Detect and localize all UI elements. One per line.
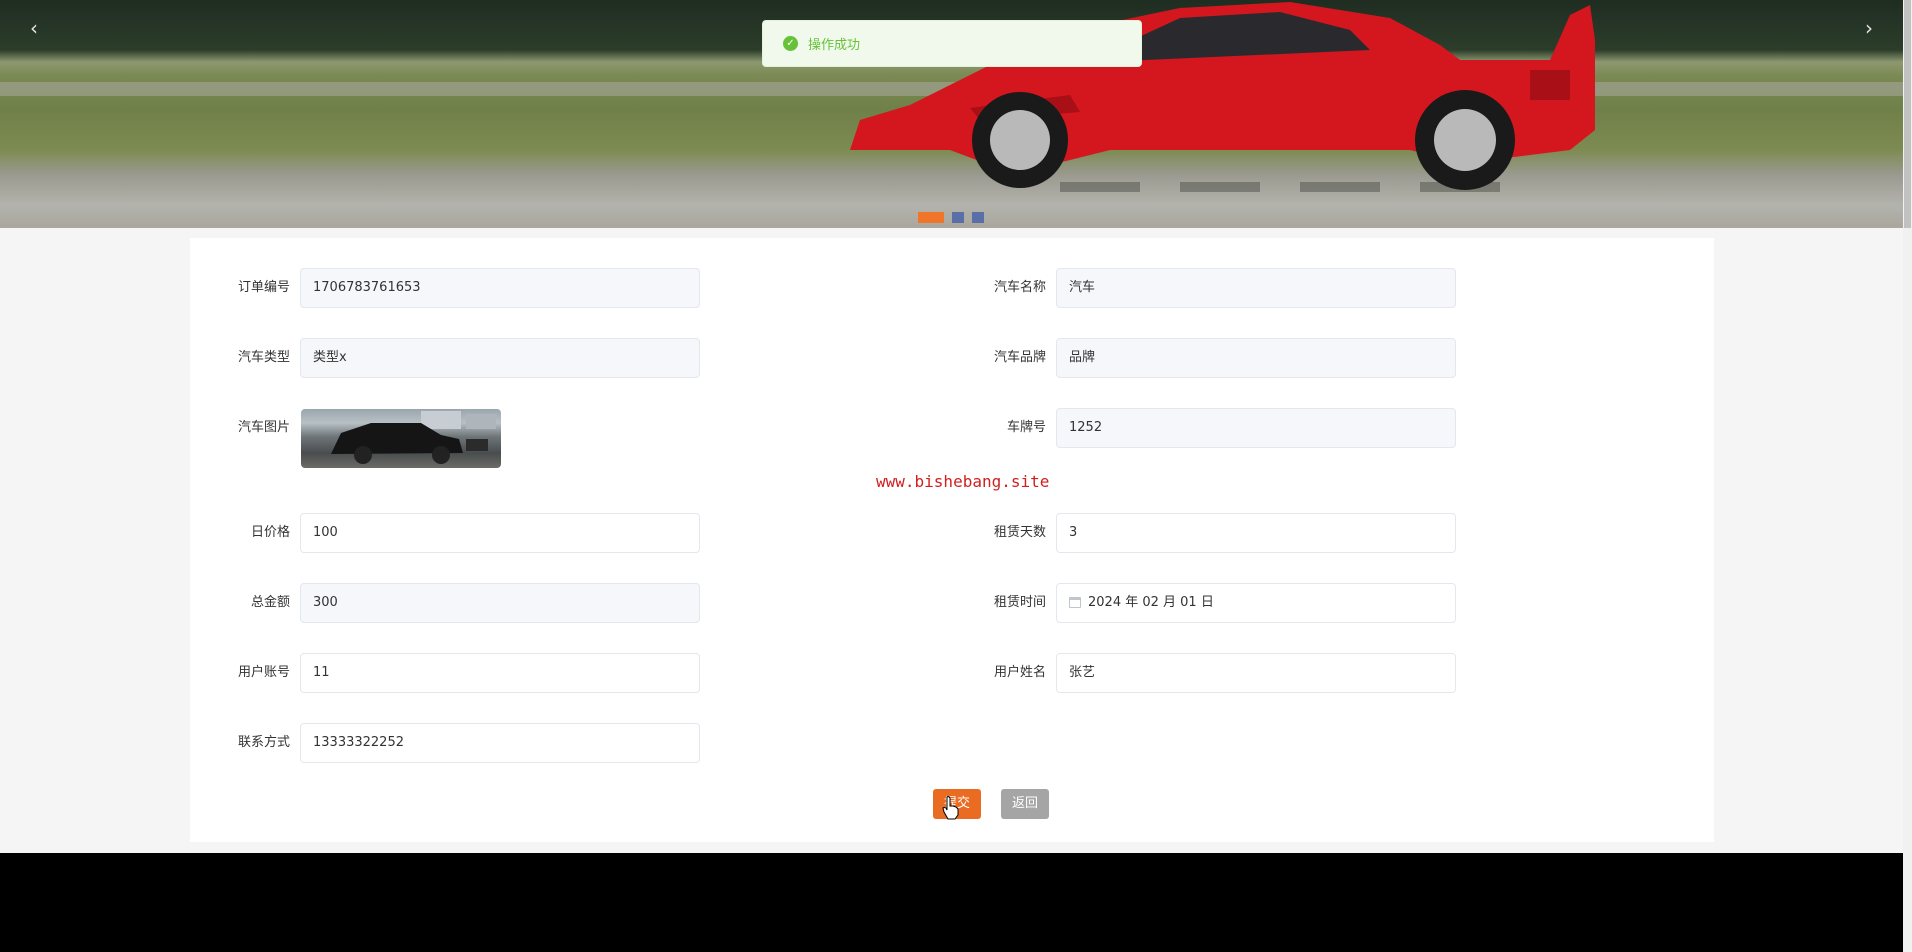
car-name-label: 汽车名称 [993,280,1046,295]
car-brand-label: 汽车品牌 [993,350,1046,365]
user-name-label: 用户姓名 [993,665,1046,680]
black-suv-image [331,411,496,464]
total-amount-field[interactable]: 300 [300,583,700,623]
carousel-indicator-2[interactable] [952,212,964,223]
contact-label: 联系方式 [237,735,290,750]
order-no-field[interactable]: 1706783761653 [300,268,700,308]
plate-no-label: 车牌号 [1006,420,1046,435]
user-account-field[interactable]: 11 [300,653,700,693]
user-account-label: 用户账号 [237,665,290,680]
rent-days-field[interactable]: 3 [1056,513,1456,553]
check-circle-icon: ✓ [783,36,798,51]
page-scrollbar[interactable] [1903,0,1912,952]
rent-time-datepicker[interactable]: 2024 年 02 月 01 日 [1056,583,1456,623]
total-amount-label: 总金额 [250,595,290,610]
carousel-indicator-3[interactable] [972,212,984,223]
daily-price-field[interactable]: 100 [300,513,700,553]
rent-time-label: 租赁时间 [993,595,1046,610]
car-type-field[interactable]: 类型x [300,338,700,378]
success-toast: ✓ 操作成功 [762,20,1142,67]
carousel-next-arrow[interactable]: › [1857,18,1881,38]
back-button[interactable]: 返回 [1001,789,1049,819]
watermark-text: www.bishebang.site [876,472,1050,491]
car-image-thumbnail[interactable] [301,409,501,468]
daily-price-label: 日价格 [250,525,290,540]
calendar-icon [1069,597,1081,608]
page-footer [0,853,1903,952]
hand-pointer-cursor-icon [942,796,959,820]
carousel-indicators [918,212,984,223]
contact-field[interactable]: 13333322252 [300,723,700,763]
car-name-field[interactable]: 汽车 [1056,268,1456,308]
rent-time-value: 2024 年 02 月 01 日 [1088,595,1214,610]
plate-no-field[interactable]: 1252 [1056,408,1456,448]
carousel-prev-arrow[interactable]: ‹ [22,18,46,38]
rent-days-label: 租赁天数 [993,525,1046,540]
carousel-indicator-1[interactable] [918,212,944,223]
car-type-label: 汽车类型 [237,350,290,365]
car-image-label: 汽车图片 [237,420,290,435]
user-name-field[interactable]: 张艺 [1056,653,1456,693]
order-no-label: 订单编号 [237,280,290,295]
toast-message: 操作成功 [808,38,861,53]
car-brand-field[interactable]: 品牌 [1056,338,1456,378]
scrollbar-thumb[interactable] [1904,0,1911,228]
